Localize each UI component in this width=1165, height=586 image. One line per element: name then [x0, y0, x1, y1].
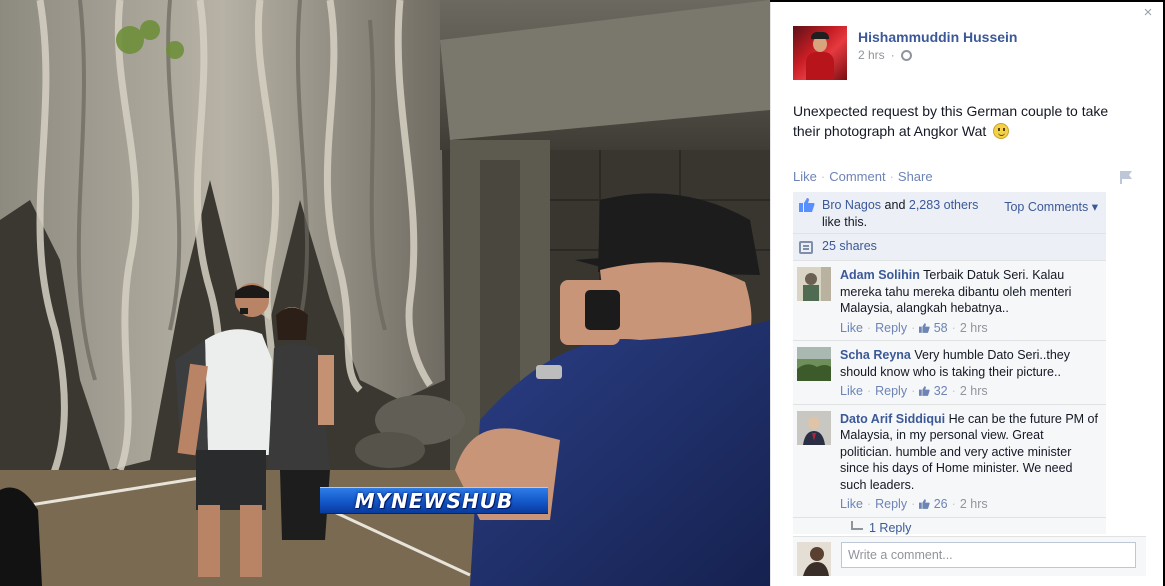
- thumbs-up-icon: [799, 198, 815, 212]
- comment-input[interactable]: [841, 542, 1136, 568]
- comment-time[interactable]: 2 hrs: [960, 320, 988, 337]
- reply-arrow-icon: [851, 520, 863, 530]
- comment-meta: Like · Reply · 26 · 2 hrs: [840, 496, 988, 513]
- comment-likes-value: 26: [933, 497, 948, 511]
- thumbs-up-icon: [919, 499, 930, 509]
- author-avatar[interactable]: [793, 26, 847, 80]
- comment-likes-count[interactable]: 26: [919, 496, 948, 513]
- comment-reply-link[interactable]: Reply: [875, 383, 907, 400]
- view-replies[interactable]: 1 Reply: [793, 517, 1106, 535]
- smiley-icon: [993, 123, 1010, 139]
- comment-reply-link[interactable]: Reply: [875, 496, 907, 513]
- comment-likes-value: 58: [933, 320, 948, 335]
- commenter-name[interactable]: Adam Solihin: [840, 268, 920, 282]
- comment-meta: Like · Reply · 32 · 2 hrs: [840, 383, 988, 400]
- post-body: Unexpected request by this German couple…: [793, 103, 1109, 139]
- comment-like-link[interactable]: Like: [840, 320, 863, 337]
- post-panel: × Hishammuddin Hussein 2 hrs · Unexpecte…: [770, 2, 1163, 586]
- comment-likes-value: 32: [933, 384, 948, 398]
- comment-reply-link[interactable]: Reply: [875, 320, 907, 337]
- feedback-section: Bro Nagos and 2,283 others like this. To…: [793, 192, 1106, 535]
- comment-link[interactable]: Comment: [829, 169, 885, 184]
- comment-item: Dato Arif Siddiqui He can be the future …: [793, 404, 1106, 518]
- commenter-avatar[interactable]: [797, 410, 831, 445]
- shares-summary[interactable]: 25 shares: [793, 234, 1106, 261]
- post-actions: Like · Comment · Share: [793, 169, 933, 184]
- commenter-name[interactable]: Scha Reyna: [840, 348, 911, 362]
- liker-name[interactable]: Bro Nagos: [822, 198, 881, 212]
- comment-like-link[interactable]: Like: [840, 383, 863, 400]
- close-icon[interactable]: ×: [1141, 5, 1155, 20]
- comment-item: Scha Reyna Very humble Dato Seri..they s…: [793, 341, 1106, 405]
- comment-likes-count[interactable]: 58: [919, 320, 948, 337]
- share-link[interactable]: Share: [898, 169, 933, 184]
- watermark-logo: MYNEWSHUB: [320, 487, 548, 514]
- viewer-avatar: [797, 542, 831, 576]
- action-separator: ·: [820, 169, 826, 184]
- post-time[interactable]: 2 hrs: [858, 48, 885, 62]
- top-comments-dropdown[interactable]: Top Comments ▾: [1004, 199, 1098, 216]
- photo-viewer[interactable]: MYNEWSHUB: [0, 0, 770, 586]
- commenter-avatar[interactable]: [797, 347, 831, 381]
- action-separator: ·: [889, 169, 894, 184]
- thumbs-up-icon: [919, 322, 930, 333]
- likes-others-link[interactable]: 2,283 others: [909, 198, 979, 212]
- likes-and: and: [881, 198, 909, 212]
- comment-likes-count[interactable]: 32: [919, 383, 948, 400]
- shares-count[interactable]: 25 shares: [822, 239, 877, 253]
- commenter-name[interactable]: Dato Arif Siddiqui: [840, 412, 945, 426]
- share-icon: [799, 241, 813, 254]
- comment-composer: [793, 536, 1146, 576]
- flag-icon[interactable]: [1119, 170, 1133, 184]
- thumbs-up-icon: [919, 386, 930, 396]
- commenter-avatar[interactable]: [797, 267, 831, 301]
- likes-suffix: like this.: [822, 215, 868, 229]
- comment-like-link[interactable]: Like: [840, 496, 863, 513]
- post-meta: 2 hrs ·: [858, 48, 912, 62]
- author-name[interactable]: Hishammuddin Hussein: [858, 29, 1017, 45]
- comment-item: Adam Solihin Terbaik Datuk Seri. Kalau m…: [793, 261, 1106, 341]
- comment-time[interactable]: 2 hrs: [960, 496, 988, 513]
- globe-icon[interactable]: [900, 49, 912, 61]
- likes-summary: Bro Nagos and 2,283 others like this. To…: [793, 192, 1106, 234]
- comment-meta: Like · Reply · 58 · 2 hrs: [840, 320, 988, 337]
- comment-time[interactable]: 2 hrs: [960, 383, 988, 400]
- replies-count[interactable]: 1 Reply: [869, 521, 911, 535]
- post-text: Unexpected request by this German couple…: [793, 101, 1133, 141]
- like-link[interactable]: Like: [793, 169, 817, 184]
